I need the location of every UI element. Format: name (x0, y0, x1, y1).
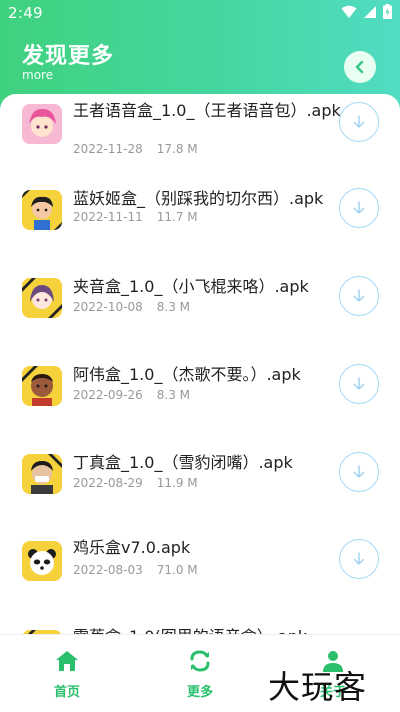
app-meta: 2022-10-08 8.3 M (73, 300, 190, 314)
home-icon (56, 651, 78, 671)
chevron-left-icon (355, 60, 364, 74)
app-meta: 2022-08-03 71.0 M (73, 563, 198, 577)
list-item[interactable]: 阿伟盒_1.0_（杰歌不要。）.apk 2022-09-26 8.3 M (0, 362, 400, 442)
app-meta: 2022-09-26 8.3 M (73, 388, 190, 402)
nav-home-label: 首页 (53, 685, 80, 700)
page-subtitle: more (22, 68, 54, 82)
watermark: 大玩客 (268, 668, 368, 706)
app-size: 71.0 M (156, 563, 198, 577)
nav-more-label: 更多 (186, 685, 213, 700)
download-button[interactable] (339, 276, 379, 316)
app-name: 丁真盒_1.0_（雪豹闭嘴）.apk (73, 453, 293, 472)
app-meta: 2022-11-11 11.7 M (73, 210, 198, 224)
battery-icon (383, 4, 392, 19)
download-arrow-icon (353, 552, 365, 565)
status-time: 2:49 (8, 4, 43, 22)
back-button[interactable] (344, 51, 376, 83)
list-item[interactable]: 夹音盒_1.0_（小飞棍来咯）.apk 2022-10-08 8.3 M (0, 274, 400, 354)
list-item[interactable]: 丁真盒_1.0_（雪豹闭嘴）.apk 2022-08-29 11.9 M (0, 450, 400, 530)
download-arrow-icon (353, 465, 365, 478)
nav-home[interactable]: 首页 (32, 647, 102, 707)
download-arrow-icon (353, 289, 365, 302)
download-button[interactable] (339, 539, 379, 579)
app-date: 2022-08-03 (73, 563, 143, 577)
anime-girl-icon (22, 104, 62, 144)
app-size: 11.7 M (156, 210, 198, 224)
app-size: 11.9 M (156, 476, 198, 490)
download-button[interactable] (339, 188, 379, 228)
app-size: 8.3 M (156, 388, 191, 402)
download-button[interactable] (339, 452, 379, 492)
app-name: 鸡乐盒v7.0.apk (73, 538, 191, 557)
download-button[interactable] (339, 102, 379, 142)
app-date: 2022-11-11 (73, 210, 143, 224)
wifi-icon (341, 5, 357, 18)
app-meta: 2022-08-29 11.9 M (73, 476, 198, 490)
app-date: 2022-10-08 (73, 300, 143, 314)
app-date: 2022-08-29 (73, 476, 143, 490)
download-button[interactable] (339, 364, 379, 404)
download-arrow-icon (353, 115, 365, 128)
app-name: 王者语音盒_1.0_（王者语音包）.apk (73, 101, 341, 120)
list-item[interactable]: 蓝妖姬盒_（别踩我的切尔西）.apk 2022-11-11 11.7 M (0, 182, 400, 262)
app-meta: 2022-11-28 17.8 M (73, 142, 198, 156)
man-portrait-icon (22, 454, 62, 494)
refresh-grid-icon (190, 650, 210, 672)
panda-icon (22, 541, 62, 581)
download-arrow-icon (353, 377, 365, 390)
list-item[interactable]: 鸡乐盒v7.0.apk 2022-08-03 71.0 M (0, 537, 400, 617)
app-size: 8.3 M (156, 300, 191, 314)
list-item[interactable]: 王者语音盒_1.0_（王者语音包）.apk 2022-11-28 17.8 M (0, 94, 400, 174)
download-arrow-icon (353, 201, 365, 214)
nav-more[interactable]: 更多 (165, 647, 235, 707)
page-title: 发现更多 (22, 44, 115, 69)
app-size: 17.8 M (156, 142, 198, 156)
app-name: 夹音盒_1.0_（小飞棍来咯）.apk (73, 277, 309, 296)
anime-girl-icon (22, 278, 62, 318)
app-name: 蓝妖姬盒_（别踩我的切尔西）.apk (73, 189, 324, 208)
signal-icon (364, 5, 376, 18)
app-list[interactable]: 王者语音盒_1.0_（王者语音包）.apk 2022-11-28 17.8 M 蓝… (0, 94, 400, 712)
man-portrait-icon (22, 366, 62, 406)
cartoon-boy-icon (22, 190, 62, 230)
app-name: 阿伟盒_1.0_（杰歌不要。）.apk (73, 365, 301, 384)
app-date: 2022-09-26 (73, 388, 143, 402)
status-icons (341, 4, 392, 19)
app-date: 2022-11-28 (73, 142, 143, 156)
status-bar: 2:49 (0, 0, 400, 26)
